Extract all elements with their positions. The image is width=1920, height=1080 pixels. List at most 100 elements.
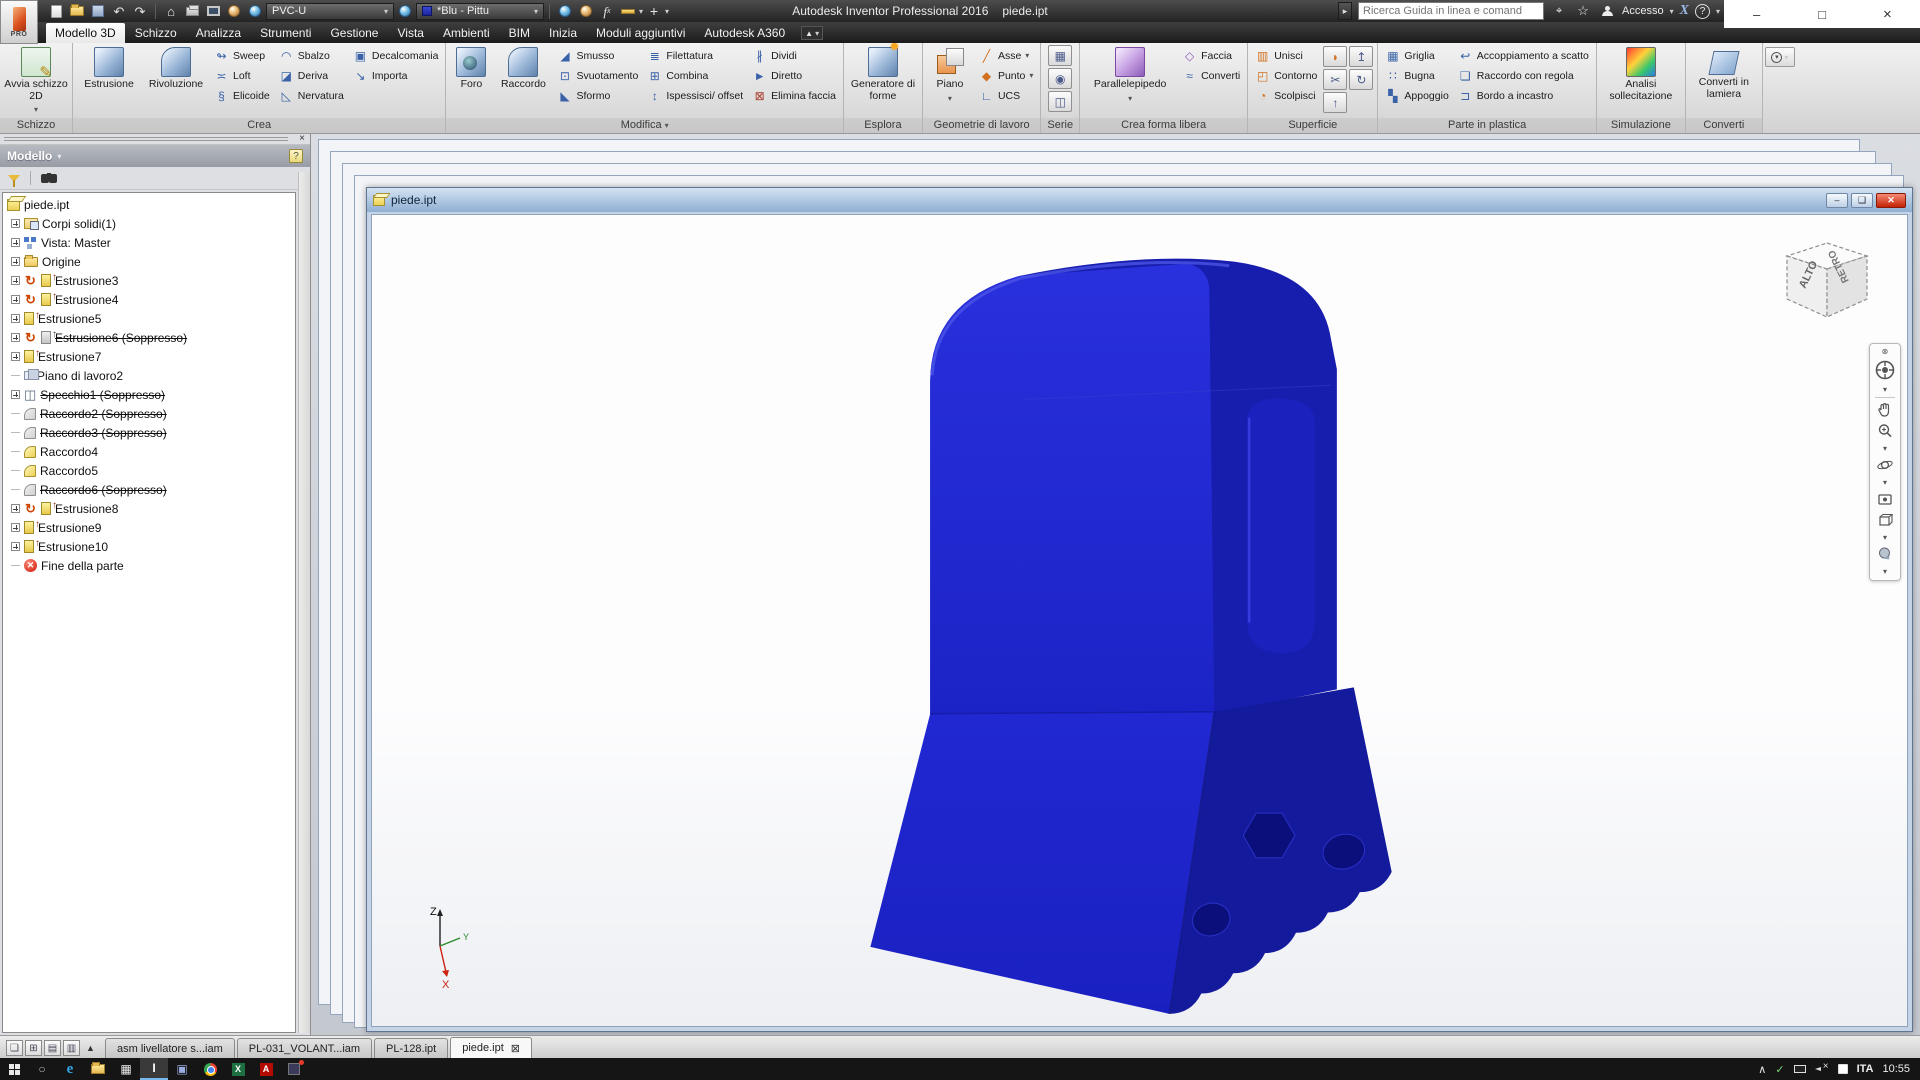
exchange-apps-icon[interactable]: X: [1680, 3, 1689, 19]
chevron-down-icon[interactable]: ▾: [1872, 477, 1898, 487]
view-face-cube-icon[interactable]: [1872, 511, 1898, 529]
expander-icon[interactable]: [11, 276, 20, 285]
trim-surface-button[interactable]: ✂: [1323, 69, 1347, 90]
expander-icon[interactable]: [11, 257, 20, 266]
tab-analizza[interactable]: Analizza: [187, 23, 250, 43]
tab-autodesk-a360[interactable]: Autodesk A360: [695, 23, 794, 43]
tray-chevron-icon[interactable]: ∧: [1758, 1063, 1766, 1076]
view-cube[interactable]: ALTO RETRO: [1775, 237, 1879, 333]
bugna-button[interactable]: ∷Bugna: [1382, 66, 1451, 85]
graphics-viewport[interactable]: ALTO RETRO ⊗ ▾ ▾: [371, 214, 1908, 1027]
adjust-button[interactable]: [555, 2, 575, 20]
replace-face-button[interactable]: ↻: [1349, 69, 1373, 90]
filter-funnel-icon[interactable]: [8, 175, 20, 182]
panel-grip[interactable]: ×: [0, 134, 310, 145]
save-button[interactable]: [88, 2, 108, 20]
tree-item-raccordo3-soppresso[interactable]: Raccordo3 (Soppresso): [3, 423, 295, 442]
home-view-button[interactable]: ⌂: [161, 2, 181, 20]
help-chevron-icon[interactable]: ▾: [1716, 7, 1720, 16]
tree-item-corpi-solidi[interactable]: Corpi solidi(1): [3, 214, 295, 233]
tree-item-fine-della-parte[interactable]: ✕Fine della parte: [3, 556, 295, 575]
sformo-button[interactable]: ◣Sformo: [554, 86, 641, 105]
accoppiamento-a-scatto-button[interactable]: ↩Accoppiamento a scatto: [1455, 46, 1592, 65]
importa-button[interactable]: ↘Importa: [350, 66, 442, 85]
expand-tabs-icon[interactable]: ▲: [82, 1040, 99, 1056]
material-browser-button[interactable]: [245, 2, 265, 20]
zoom-icon[interactable]: [1872, 422, 1898, 440]
chrome-button[interactable]: [196, 1058, 224, 1080]
filettatura-button[interactable]: ≣Filettatura: [644, 46, 746, 65]
tile-windows-icon[interactable]: ⊞: [25, 1040, 42, 1056]
redo-button[interactable]: ↷: [130, 2, 150, 20]
tree-item-origine[interactable]: Origine: [3, 252, 295, 271]
security-check-icon[interactable]: ✓: [1775, 1063, 1784, 1076]
appoggio-button[interactable]: ▚Appoggio: [1382, 86, 1451, 105]
restore-button[interactable]: □: [1789, 0, 1854, 28]
nervatura-button[interactable]: ◺Nervatura: [276, 86, 347, 105]
steering-wheel-icon[interactable]: [1872, 359, 1898, 381]
extend-surface-button[interactable]: ↥: [1349, 46, 1373, 67]
tab-bim[interactable]: BIM: [500, 23, 539, 43]
doc-tab-piede-active[interactable]: piede.ipt⊠: [450, 1037, 532, 1058]
open-button[interactable]: [67, 2, 87, 20]
doc-minimize-button[interactable]: –: [1826, 193, 1848, 208]
tab-moduli-aggiuntivi[interactable]: Moduli aggiuntivi: [587, 23, 694, 43]
document-titlebar[interactable]: piede.ipt – ❑ ✕: [367, 188, 1912, 212]
excel-button[interactable]: X: [224, 1058, 252, 1080]
action-center-icon[interactable]: [1838, 1064, 1848, 1074]
tab-close-icon[interactable]: ⊠: [511, 1042, 520, 1055]
expander-icon[interactable]: [11, 390, 20, 399]
foro-button[interactable]: Foro: [450, 45, 492, 118]
edge-browser-button[interactable]: e: [56, 1058, 84, 1080]
new-file-button[interactable]: [46, 2, 66, 20]
dividi-button[interactable]: ∦Dividi: [749, 46, 839, 65]
tab-strumenti[interactable]: Strumenti: [251, 23, 320, 43]
tree-item-raccordo4[interactable]: Raccordo4: [3, 442, 295, 461]
ribbon-collapse-button[interactable]: ▾ ▾: [1765, 47, 1795, 67]
tree-item-estrusione9[interactable]: Estrusione9: [3, 518, 295, 537]
chevron-down-icon[interactable]: ▾: [1872, 566, 1898, 576]
tree-item-raccordo2-soppresso[interactable]: Raccordo2 (Soppresso): [3, 404, 295, 423]
task-view-button[interactable]: ○: [28, 1058, 56, 1080]
tree-item-estrusione8[interactable]: ↻Estrusione8: [3, 499, 295, 518]
model-3d-piede[interactable]: [372, 215, 1907, 1026]
tree-item-estrusione4[interactable]: ↻Estrusione4: [3, 290, 295, 309]
tree-item-vista-master[interactable]: Vista: Master: [3, 233, 295, 252]
color-select[interactable]: *Blu - Pittu ▾: [416, 3, 544, 20]
undo-button[interactable]: ↶: [109, 2, 129, 20]
tree-item-root[interactable]: piede.ipt: [3, 195, 295, 214]
tab-ambienti[interactable]: Ambienti: [434, 23, 499, 43]
piano-button[interactable]: Piano ▾: [927, 45, 973, 118]
specchio-button[interactable]: ◫: [1048, 91, 1072, 112]
tree-item-raccordo6-soppresso[interactable]: Raccordo6 (Soppresso): [3, 480, 295, 499]
faccia-button[interactable]: ◇Faccia: [1179, 46, 1243, 65]
raccordo-con-regola-button[interactable]: ❏Raccordo con regola: [1455, 66, 1592, 85]
app-dark-button[interactable]: ▣: [168, 1058, 196, 1080]
acrobat-button[interactable]: A: [252, 1058, 280, 1080]
ucs-button[interactable]: ∟UCS: [976, 86, 1036, 105]
ruled-surface-button[interactable]: ◗: [1323, 46, 1347, 67]
converti-in-lamiera-button[interactable]: Converti in lamiera: [1690, 45, 1758, 118]
a360-share-icon[interactable]: ▲ ▾: [801, 26, 823, 40]
expander-icon[interactable]: [11, 352, 20, 361]
expander-icon[interactable]: [11, 238, 20, 247]
raccordo-button[interactable]: Raccordo: [495, 45, 551, 118]
chevron-down-icon[interactable]: ▾: [1670, 7, 1674, 16]
griglia-button[interactable]: ▦Griglia: [1382, 46, 1451, 65]
expander-icon[interactable]: [11, 523, 20, 532]
doc-tab-asm-livellatore[interactable]: asm livellatore s...iam: [105, 1038, 235, 1058]
chevron-down-icon[interactable]: ▾: [1872, 443, 1898, 453]
punto-button[interactable]: ◆Punto▾: [976, 66, 1036, 85]
close-button[interactable]: ×: [1855, 0, 1920, 28]
measure-button[interactable]: [618, 2, 638, 20]
help-search-input[interactable]: [1358, 2, 1544, 20]
doc-restore-button[interactable]: ❑: [1851, 193, 1873, 208]
sbalzo-button[interactable]: ◠Sbalzo: [276, 46, 347, 65]
tree-item-estrusione6-soppresso[interactable]: ↻Estrusione6 (Soppresso): [3, 328, 295, 347]
tab-gestione[interactable]: Gestione: [321, 23, 387, 43]
start-button[interactable]: [0, 1058, 28, 1080]
tree-item-piano-di-lavoro2[interactable]: Piano di lavoro2: [3, 366, 295, 385]
loft-button[interactable]: ≍Loft: [211, 66, 273, 85]
tab-vista[interactable]: Vista: [388, 23, 432, 43]
favorites-star-icon[interactable]: ☆: [1574, 2, 1592, 20]
